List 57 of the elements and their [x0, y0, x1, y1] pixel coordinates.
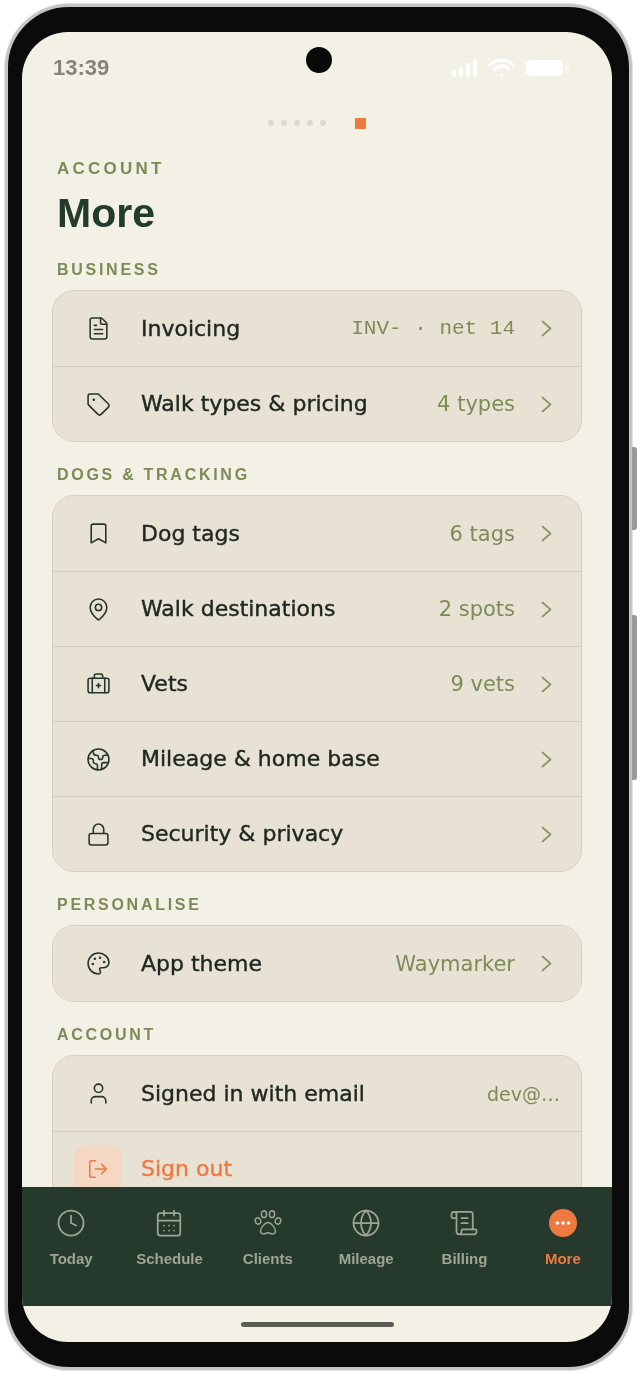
- battery-icon: [526, 59, 570, 77]
- front-camera-icon: [306, 47, 332, 73]
- signal-icon: [452, 59, 477, 77]
- settings-row[interactable]: App theme Waymarker: [53, 926, 581, 1001]
- side-button[interactable]: [632, 447, 637, 530]
- tab-item[interactable]: Today: [22, 1209, 121, 1269]
- tab-item[interactable]: Clients: [218, 1209, 317, 1269]
- globe-icon: [351, 1208, 382, 1238]
- section-label: PERSONALISE: [56, 895, 202, 915]
- row-label: Signed in with email: [141, 1079, 365, 1108]
- paw-print-icon: [253, 1209, 282, 1237]
- tab-item[interactable]: More: [513, 1209, 612, 1269]
- tab-item[interactable]: Billing: [415, 1209, 514, 1269]
- row-label: Invoicing: [141, 314, 241, 343]
- tab-item[interactable]: Schedule: [120, 1209, 219, 1269]
- row-label: Security & privacy: [141, 820, 344, 848]
- row-value: 9 vets: [450, 671, 515, 698]
- row-value: INV- · net 14: [351, 315, 515, 342]
- chevron-icon: [541, 395, 552, 413]
- section-label: ACCOUNT: [56, 1025, 157, 1045]
- ellipsis-icon: [548, 1209, 577, 1237]
- row-label: Dog tags: [141, 519, 240, 548]
- row-label: Mileage & home base: [141, 745, 380, 773]
- section-label: BUSINESS: [56, 260, 161, 280]
- tab-item[interactable]: Mileage: [317, 1209, 416, 1269]
- row-value: 4 types: [437, 391, 515, 418]
- settings-row[interactable]: Walk types & pricing 4 types: [53, 366, 581, 441]
- side-button[interactable]: [632, 615, 637, 780]
- status-time: 13:39: [53, 55, 110, 81]
- wifi-icon: [488, 58, 515, 78]
- row-label: App theme: [141, 949, 263, 978]
- settings-row[interactable]: Security & privacy: [53, 796, 581, 871]
- chevron-icon: [541, 525, 552, 542]
- row-label: Sign out: [141, 1155, 232, 1183]
- page-title: More: [56, 189, 155, 237]
- row-value: 6 tags: [449, 520, 515, 548]
- tag-icon: [85, 391, 111, 417]
- row-value: Waymarker: [395, 950, 515, 978]
- row-label: Vets: [141, 670, 188, 698]
- chevron-icon: [541, 320, 552, 337]
- chevron-icon: [541, 955, 552, 972]
- chevron-icon: [541, 600, 552, 618]
- chevron-icon: [541, 825, 552, 843]
- section-label: DOGS & TRACKING: [56, 465, 250, 485]
- receipt-scroll-icon: [449, 1208, 480, 1238]
- chevron-icon: [541, 750, 552, 768]
- palette-icon: [85, 951, 111, 976]
- page-eyebrow: ACCOUNT: [56, 159, 165, 179]
- row-value: 2 spots: [438, 596, 515, 623]
- globe-icon: [85, 746, 111, 772]
- medical-kit-icon: [85, 671, 111, 697]
- lock-icon: [85, 821, 111, 847]
- clock-icon: [56, 1208, 87, 1238]
- row-label: Walk destinations: [141, 595, 336, 623]
- row-label: Walk types & pricing: [141, 390, 368, 418]
- chevron-icon: [541, 675, 552, 693]
- row-value: dev@…: [487, 1081, 560, 1107]
